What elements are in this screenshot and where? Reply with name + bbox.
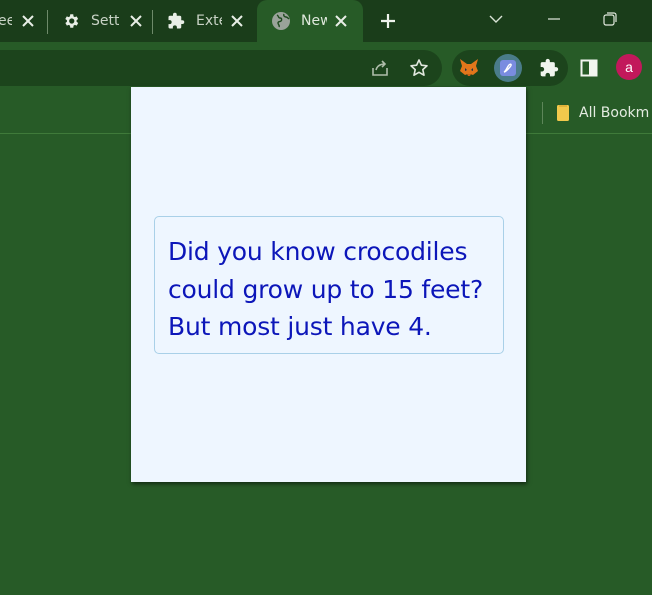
all-bookmarks-button[interactable]: All Bookm bbox=[556, 102, 649, 124]
tab-title: Sett bbox=[91, 13, 119, 29]
tab-settings[interactable]: Sett bbox=[50, 0, 150, 42]
tab-new-tab[interactable]: New bbox=[257, 0, 363, 42]
tab-1[interactable]: ee bbox=[0, 0, 46, 42]
puzzle-icon bbox=[167, 12, 185, 30]
metamask-fox-icon[interactable] bbox=[455, 54, 483, 82]
extension-popup: Did you know crocodiles could grow up to… bbox=[131, 87, 526, 482]
tab-separator bbox=[152, 10, 153, 34]
fact-line: But most just have 4. bbox=[168, 312, 432, 341]
tab-strip: ee Sett Exte bbox=[0, 0, 652, 42]
share-icon[interactable] bbox=[366, 54, 394, 82]
tab-search-button[interactable] bbox=[476, 0, 516, 38]
tab-title: ee bbox=[0, 13, 12, 29]
minimize-button[interactable] bbox=[534, 0, 574, 38]
close-tab-icon[interactable] bbox=[331, 11, 351, 31]
tab-extensions[interactable]: Exte bbox=[155, 0, 255, 42]
fact-line: could grow up to 15 feet? bbox=[168, 274, 484, 304]
restore-button[interactable] bbox=[590, 0, 630, 38]
fact-line: Did you know crocodiles bbox=[168, 237, 468, 266]
address-bar[interactable] bbox=[0, 50, 442, 86]
toolbar: a bbox=[0, 42, 652, 92]
puzzle-icon[interactable] bbox=[535, 54, 563, 82]
tab-separator bbox=[47, 10, 48, 34]
side-panel-icon[interactable] bbox=[575, 54, 603, 82]
globe-icon bbox=[271, 11, 291, 31]
minimize-icon bbox=[548, 18, 560, 20]
chevron-down-icon bbox=[489, 15, 503, 23]
plus-icon bbox=[381, 14, 395, 28]
star-icon[interactable] bbox=[405, 54, 433, 82]
restore-icon bbox=[603, 12, 617, 26]
new-tab-button[interactable] bbox=[369, 2, 407, 40]
gear-icon bbox=[62, 12, 80, 30]
all-bookmarks-label: All Bookm bbox=[579, 105, 650, 121]
extension-pen-icon[interactable] bbox=[494, 54, 522, 82]
avatar[interactable]: a bbox=[616, 54, 642, 80]
tab-title: New bbox=[301, 13, 327, 29]
bookmarks-separator bbox=[542, 102, 543, 124]
fact-text: Did you know crocodiles could grow up to… bbox=[168, 233, 491, 346]
extensions-group bbox=[452, 50, 568, 86]
fact-card: Did you know crocodiles could grow up to… bbox=[154, 216, 504, 354]
close-tab-icon[interactable] bbox=[126, 11, 146, 31]
folder-icon bbox=[557, 105, 569, 121]
close-tab-icon[interactable] bbox=[18, 11, 38, 31]
profile-initial: a bbox=[625, 59, 633, 75]
tab-title: Exte bbox=[196, 13, 222, 29]
close-tab-icon[interactable] bbox=[227, 11, 247, 31]
